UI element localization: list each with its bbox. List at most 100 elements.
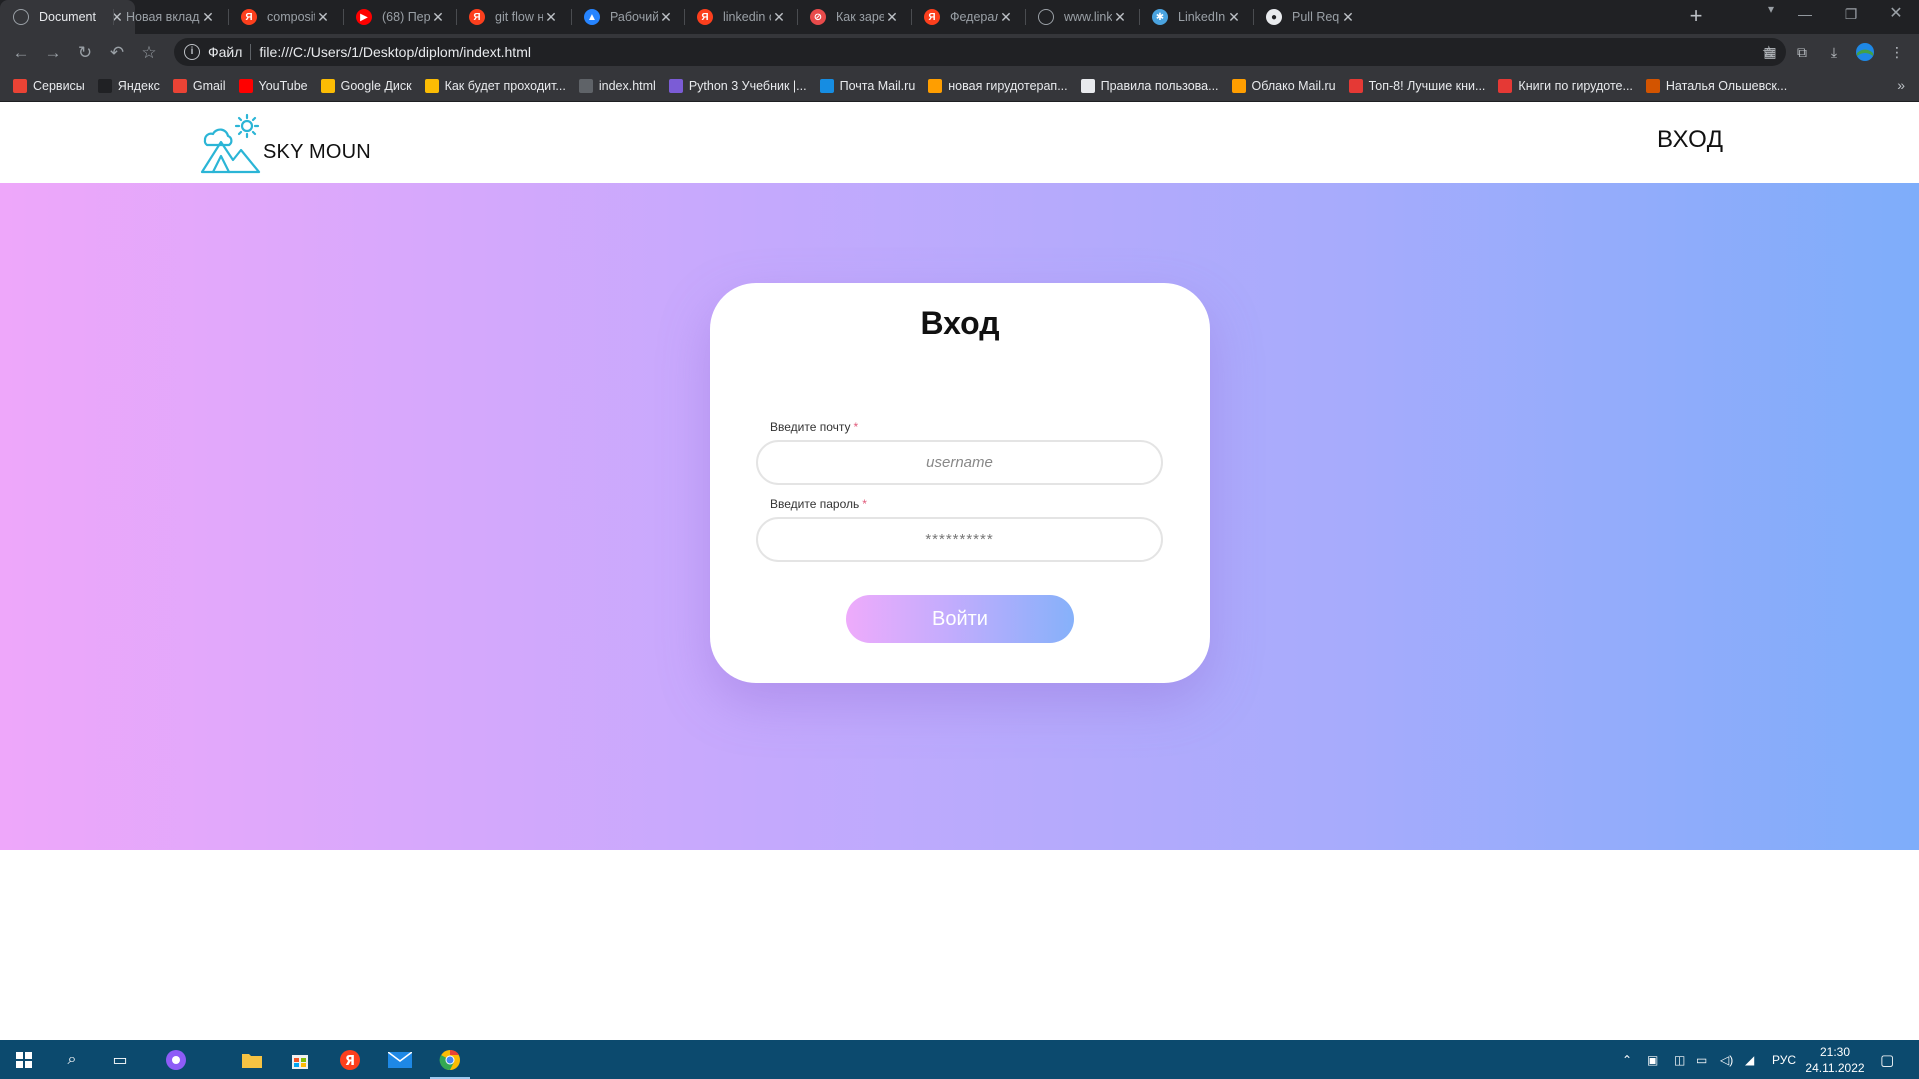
email-field[interactable] xyxy=(756,440,1163,485)
tray-app-icon[interactable]: ▣ xyxy=(1647,1040,1658,1079)
github-icon: ● xyxy=(1266,9,1282,25)
bookmark-item[interactable]: Как будет проходит... xyxy=(424,78,566,93)
browser-tab[interactable]: Яgit flow на пр✕ xyxy=(456,0,569,34)
minimize-icon[interactable]: — xyxy=(1795,6,1815,22)
apps-grid-icon xyxy=(13,78,27,93)
tray-network-icon[interactable]: ◢ xyxy=(1745,1040,1754,1079)
tray-show-hidden-icon[interactable]: ⌃ xyxy=(1622,1040,1632,1079)
extensions-grid-icon[interactable]: ▦ xyxy=(1760,42,1780,62)
bookmark-label: Правила пользова... xyxy=(1100,78,1219,93)
bookmarks-bar: Сервисы Яндекс Gmail YouTube Google Диск Как … xyxy=(0,70,1919,102)
browser-tab[interactable]: ● Pull Requests✕ xyxy=(1253,0,1366,34)
tray-language-indicator[interactable]: РУС xyxy=(1772,1040,1796,1079)
mail-app-icon[interactable] xyxy=(376,1040,424,1079)
browser-tab-title: Document xyxy=(39,10,96,24)
browser-tab[interactable]: ▶ (68) Перешел✕ xyxy=(343,0,456,34)
bookmark-item[interactable]: Почта Mail.ru xyxy=(819,78,915,93)
cloud-icon xyxy=(928,78,943,93)
tray-battery-icon[interactable]: ▭ xyxy=(1696,1040,1707,1079)
tab-close-icon[interactable]: ✕ xyxy=(1340,9,1356,26)
tab-separator xyxy=(1025,9,1026,25)
forward-arrow-icon[interactable]: → xyxy=(42,42,64,64)
tray-meet-icon[interactable]: ◫ xyxy=(1674,1040,1685,1079)
bookmark-item[interactable]: Python 3 Учебник |... xyxy=(668,78,807,93)
bookmark-item[interactable]: Топ-8! Лучшие кни... xyxy=(1348,78,1485,93)
bookmark-item[interactable]: Наталья Ольшевск... xyxy=(1645,78,1787,93)
browser-tab[interactable]: Я Федеральные✕ xyxy=(911,0,1024,34)
browser-tab-strip: + ▾ — ❐ ✕ Document✕Новая вкладка✕Яcompos… xyxy=(0,0,1919,34)
store-icon[interactable] xyxy=(276,1040,324,1079)
browser-menu-icon[interactable]: ⋮ xyxy=(1887,42,1907,62)
login-submit-button[interactable]: Войти xyxy=(846,595,1074,643)
browser-tab[interactable]: www.linkedin.✕ xyxy=(1025,0,1138,34)
screenshot-crop-icon[interactable]: ⧉ xyxy=(1792,42,1812,62)
bookmark-item[interactable]: Облако Mail.ru xyxy=(1231,78,1336,93)
browser-tab[interactable]: ✱ LinkedIn для с✕ xyxy=(1139,0,1252,34)
password-field[interactable] xyxy=(756,517,1163,562)
tab-close-icon[interactable]: ✕ xyxy=(200,9,216,26)
bookmark-item[interactable]: index.html xyxy=(578,78,656,93)
header-login-link[interactable]: ВХОД xyxy=(1657,126,1724,154)
browser-tab[interactable]: Яlinkedin офиц✕ xyxy=(684,0,797,34)
bookmark-item[interactable]: Google Диск xyxy=(320,78,412,93)
bookmark-item[interactable]: Правила пользова... xyxy=(1080,78,1219,93)
tab-close-icon[interactable]: ✕ xyxy=(1112,9,1128,26)
undo-icon[interactable]: ↶ xyxy=(106,42,128,64)
search-icon[interactable]: ⌕ xyxy=(48,1040,96,1079)
tab-close-icon[interactable]: ✕ xyxy=(430,9,446,26)
password-label-text: Введите пароль xyxy=(770,497,860,511)
tab-close-icon[interactable]: ✕ xyxy=(884,9,900,26)
task-view-icon[interactable]: ▭ xyxy=(96,1040,144,1079)
tab-close-icon[interactable]: ✕ xyxy=(771,9,787,26)
bookmark-item[interactable]: новая гирудотерап... xyxy=(928,78,1068,93)
bookmarks-overflow-icon[interactable]: » xyxy=(1897,77,1905,93)
bookmark-item[interactable]: Gmail xyxy=(172,78,226,93)
yandex-browser-icon[interactable]: Я xyxy=(326,1040,374,1079)
reload-icon[interactable]: ↻ xyxy=(74,42,96,64)
action-center-icon[interactable]: ▢ xyxy=(1880,1040,1894,1079)
tab-close-icon[interactable]: ✕ xyxy=(315,9,331,26)
profile-avatar[interactable] xyxy=(1855,42,1875,62)
browser-tab-title: LinkedIn для с xyxy=(1178,10,1226,24)
tab-search-icon[interactable]: ▾ xyxy=(1761,2,1781,16)
new-tab-button[interactable]: + xyxy=(1684,5,1708,29)
browser-tab-title: git flow на пр xyxy=(495,10,543,24)
windows-start-icon[interactable] xyxy=(0,1040,48,1079)
alice-assistant-icon[interactable] xyxy=(152,1040,200,1079)
browser-tab-title: Федеральные xyxy=(950,10,998,24)
browser-tab[interactable]: Яcomposition a✕ xyxy=(228,0,341,34)
site-logo[interactable]: SKY MOUN xyxy=(199,112,371,174)
browser-tab[interactable]: Новая вкладка✕ xyxy=(113,0,226,34)
tray-time: 21:30 xyxy=(1819,1045,1851,1059)
tray-clock[interactable]: 21:30 24.11.2022 xyxy=(1800,1044,1870,1076)
address-divider xyxy=(250,44,252,60)
tab-close-icon[interactable]: ✕ xyxy=(658,9,674,26)
bookmark-item[interactable]: Сервисы xyxy=(13,78,85,93)
browser-toolbar: ← → ↻ ↶ ☆ i Файл file:///C:/Users/1/Desk… xyxy=(0,34,1919,70)
browser-tab[interactable]: ▲ Рабочий прос✕ xyxy=(571,0,684,34)
bookmark-star-icon[interactable]: ☆ xyxy=(138,42,160,64)
password-required-mark: * xyxy=(862,497,867,511)
browser-tab[interactable]: ⊘ Как зарегистр✕ xyxy=(797,0,910,34)
file-explorer-icon[interactable] xyxy=(228,1040,276,1079)
atlassian-icon: ▲ xyxy=(584,9,600,25)
address-bar[interactable]: i Файл file:///C:/Users/1/Desktop/diplom… xyxy=(174,38,1786,66)
site-info-icon[interactable]: i xyxy=(184,44,200,60)
chrome-taskbar-icon[interactable] xyxy=(426,1040,474,1079)
close-window-icon[interactable]: ✕ xyxy=(1886,3,1906,23)
tab-close-icon[interactable]: ✕ xyxy=(998,9,1014,26)
tab-close-icon[interactable]: ✕ xyxy=(1226,9,1242,26)
tray-volume-icon[interactable]: ◁) xyxy=(1720,1040,1733,1079)
address-url[interactable]: file:///C:/Users/1/Desktop/diplom/indext… xyxy=(259,44,531,60)
downloads-icon[interactable]: ⤓ xyxy=(1824,42,1844,62)
back-arrow-icon[interactable]: ← xyxy=(10,42,32,64)
bookmark-item[interactable]: Яндекс xyxy=(97,78,160,93)
bookmark-label: YouTube xyxy=(258,78,308,93)
browser-tab-title: (68) Перешел xyxy=(382,10,430,24)
browser-tab-title: linkedin офиц xyxy=(723,10,771,24)
restore-icon[interactable]: ❐ xyxy=(1841,6,1861,23)
bookmark-item[interactable]: YouTube xyxy=(238,78,308,93)
bookmark-item[interactable]: Книги по гирудоте... xyxy=(1498,78,1633,93)
tab-close-icon[interactable]: ✕ xyxy=(543,9,559,26)
tray-date: 24.11.2022 xyxy=(1805,1061,1865,1075)
